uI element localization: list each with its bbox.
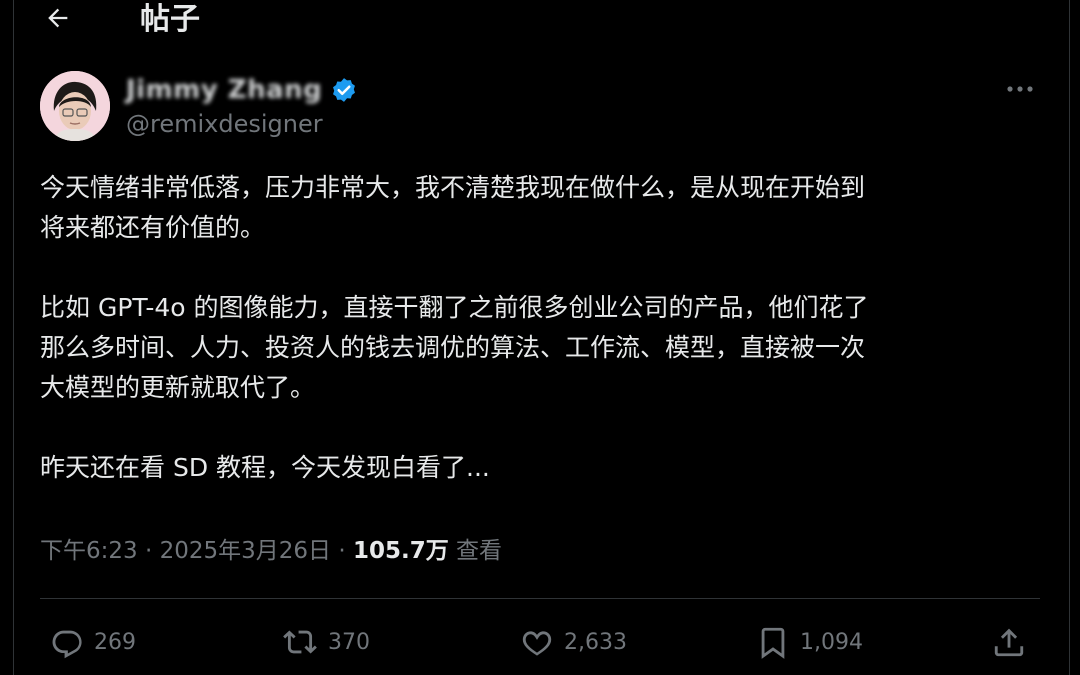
reply-count: 269	[94, 629, 136, 655]
like-button[interactable]: 2,633	[520, 618, 627, 666]
post-paragraph: 昨天还在看 SD 教程，今天发现白看了...	[40, 453, 490, 482]
author-name-row: Jimmy Zhang	[126, 70, 358, 110]
divider	[40, 598, 1040, 599]
meta-separator: ·	[338, 538, 346, 564]
post-paragraph: 比如 GPT-4o 的图像能力，直接干翻了之前很多创业公司的产品，他们花了 那么…	[40, 293, 869, 402]
author-handle[interactable]: @remixdesigner	[126, 108, 323, 140]
author-display-name[interactable]: Jimmy Zhang	[126, 75, 322, 105]
repost-button[interactable]: 370	[282, 618, 370, 666]
bookmark-count: 1,094	[800, 629, 863, 655]
bookmark-button[interactable]: 1,094	[756, 618, 863, 666]
repost-count: 370	[328, 629, 370, 655]
window-frame-left	[0, 0, 14, 675]
reply-button[interactable]: 269	[50, 618, 136, 666]
action-bar: 269 370 2,633 1,094	[40, 618, 1040, 666]
reply-icon	[50, 625, 84, 659]
more-button[interactable]	[1000, 78, 1040, 98]
window-frame-right	[1069, 0, 1080, 675]
arrow-left-icon	[44, 4, 72, 36]
share-icon	[992, 625, 1026, 659]
page-title: 帖子	[140, 2, 200, 37]
like-count: 2,633	[564, 629, 627, 655]
share-button[interactable]	[992, 618, 1026, 666]
post-time[interactable]: 下午6:23	[40, 538, 138, 564]
post-content: 今天情绪非常低落，压力非常大，我不清楚我现在做什么，是从现在开始到 将来都还有价…	[40, 168, 1040, 488]
back-button[interactable]	[40, 2, 76, 38]
meta-separator: ·	[144, 538, 153, 564]
post-date[interactable]: 2025年3月26日	[160, 538, 331, 564]
post-meta: 下午6:23 · 2025年3月26日 · 105.7万 查看	[40, 534, 502, 568]
post-paragraph: 今天情绪非常低落，压力非常大，我不清楚我现在做什么，是从现在开始到 将来都还有价…	[40, 173, 866, 242]
heart-icon	[520, 625, 554, 659]
repost-icon	[282, 625, 318, 659]
views-count: 105.7万	[352, 538, 449, 564]
more-horizontal-icon	[1005, 79, 1035, 98]
verified-badge-icon[interactable]	[330, 76, 358, 104]
bookmark-icon	[756, 625, 790, 659]
avatar[interactable]	[40, 71, 110, 141]
views-label: 查看	[456, 538, 503, 564]
header: 帖子	[0, 0, 1080, 50]
